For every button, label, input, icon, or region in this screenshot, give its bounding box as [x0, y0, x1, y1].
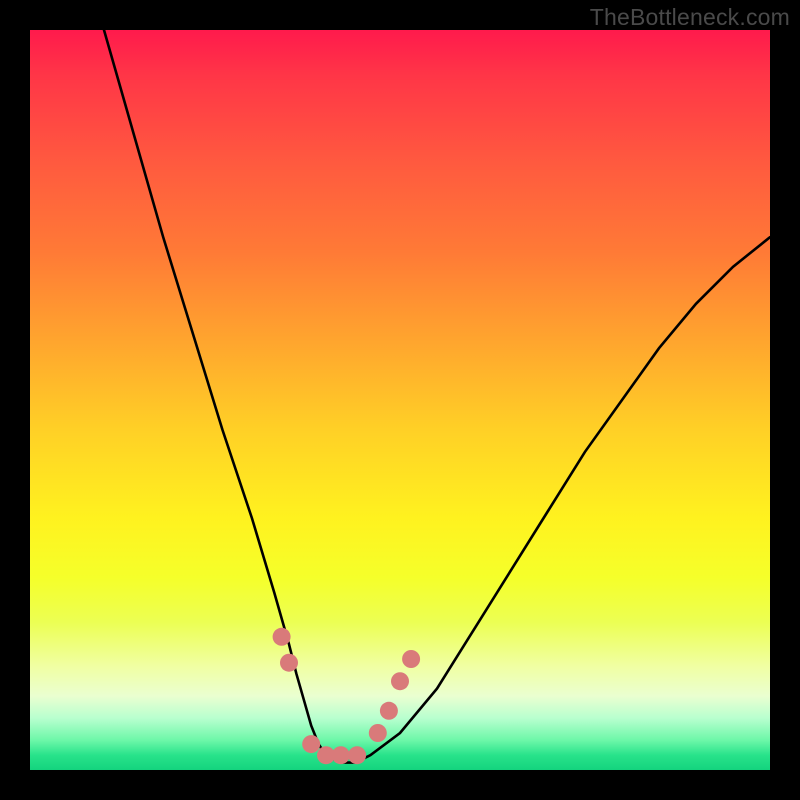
chart-frame: TheBottleneck.com: [0, 0, 800, 800]
bottleneck-curve: [104, 30, 770, 763]
bottleneck-chart-svg: [30, 30, 770, 770]
data-marker: [280, 654, 298, 672]
data-marker: [273, 628, 291, 646]
data-marker: [302, 735, 320, 753]
data-marker: [391, 672, 409, 690]
data-marker: [332, 746, 350, 764]
watermark-text: TheBottleneck.com: [590, 4, 790, 31]
data-marker: [402, 650, 420, 668]
marker-group: [273, 628, 421, 764]
data-marker: [380, 702, 398, 720]
gradient-plot-area: [30, 30, 770, 770]
data-marker: [348, 746, 366, 764]
data-marker: [369, 724, 387, 742]
